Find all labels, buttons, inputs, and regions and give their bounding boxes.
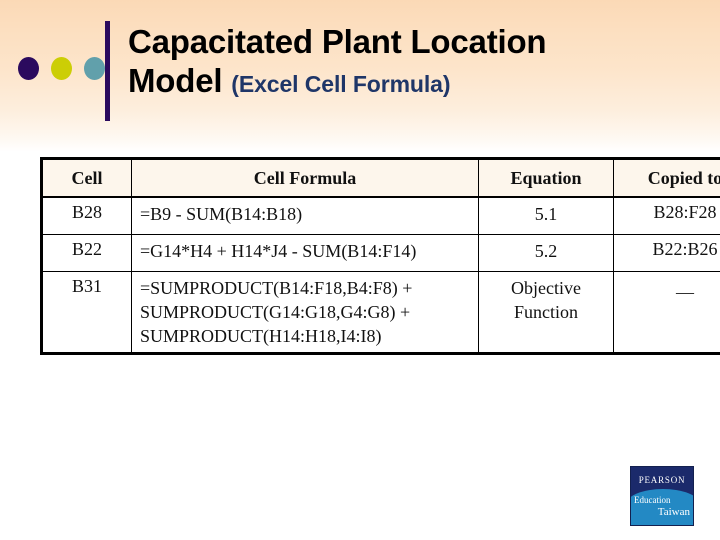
table-header-row: Cell Cell Formula Equation Copied to [41, 158, 720, 198]
slide-background: Capacitated Plant Location Model (Excel … [0, 0, 720, 540]
formula-table-container: Cell Cell Formula Equation Copied to B28… [40, 157, 720, 355]
row-copied-to: B22:B26 [613, 234, 720, 272]
purple-dot-icon [18, 57, 39, 80]
formula-line: =G14*H4 + H14*J4 - SUM(B14:F14) [140, 241, 417, 261]
row-cell-reference: B28 [41, 196, 132, 235]
formula-line: =B9 - SUM(B14:B18) [140, 204, 303, 224]
pearson-education-taiwan-logo: PEARSON Education Taiwan [630, 466, 694, 526]
column-header-formula: Cell Formula [131, 158, 479, 198]
table-row: B28 =B9 - SUM(B14:B18) 5.1 B28:F28 [41, 196, 720, 235]
title-line-1: Capacitated Plant Location [128, 23, 547, 60]
row-cell-reference: B31 [41, 271, 132, 354]
equation-line: 5.2 [534, 241, 558, 261]
formula-table: Cell Cell Formula Equation Copied to B28… [40, 157, 720, 355]
column-header-cell: Cell [41, 158, 132, 198]
title-line-2: Model (Excel Cell Formula) [128, 61, 703, 104]
formula-line: SUMPRODUCT(H14:H18,I4:I8) [140, 326, 382, 346]
equation-line: 5.1 [534, 204, 558, 224]
yellow-dot-icon [51, 57, 72, 80]
row-copied-to: — [613, 271, 720, 354]
logo-brand-text: PEARSON [638, 475, 686, 485]
table-row: B31 =SUMPRODUCT(B14:F18,B4:F8) + SUMPROD… [41, 271, 720, 354]
title-word-model: Model [128, 62, 223, 99]
row-cell-formula: =SUMPRODUCT(B14:F18,B4:F8) + SUMPRODUCT(… [131, 271, 479, 354]
page-title: Capacitated Plant Location Model (Excel … [128, 22, 703, 104]
row-equation: 5.2 [478, 234, 614, 272]
teal-dot-icon [84, 57, 105, 80]
decorative-dots [18, 57, 105, 80]
vertical-accent-bar [105, 21, 110, 121]
equation-line: Function [513, 302, 578, 322]
logo-taiwan-text: Taiwan [657, 506, 690, 518]
equation-line: Objective [511, 278, 581, 298]
row-equation: Objective Function [478, 271, 614, 354]
table-header: Cell Cell Formula Equation Copied to [41, 158, 720, 198]
page-subtitle: (Excel Cell Formula) [231, 71, 451, 97]
row-copied-to: B28:F28 [613, 196, 720, 235]
row-cell-reference: B22 [41, 234, 132, 272]
column-header-copied-to: Copied to [613, 158, 720, 198]
logo-education-text: Education [634, 495, 671, 505]
slide-header: Capacitated Plant Location Model (Excel … [0, 0, 720, 150]
formula-line: SUMPRODUCT(G14:G18,G4:G8) + [140, 302, 411, 322]
table-body: B28 =B9 - SUM(B14:B18) 5.1 B28:F28 B22 =… [41, 196, 720, 354]
column-header-equation: Equation [478, 158, 614, 198]
table-row: B22 =G14*H4 + H14*J4 - SUM(B14:F14) 5.2 … [41, 234, 720, 272]
row-cell-formula: =G14*H4 + H14*J4 - SUM(B14:F14) [131, 234, 479, 272]
row-cell-formula: =B9 - SUM(B14:B18) [131, 196, 479, 235]
formula-line: =SUMPRODUCT(B14:F18,B4:F8) + [140, 278, 413, 298]
row-equation: 5.1 [478, 196, 614, 235]
